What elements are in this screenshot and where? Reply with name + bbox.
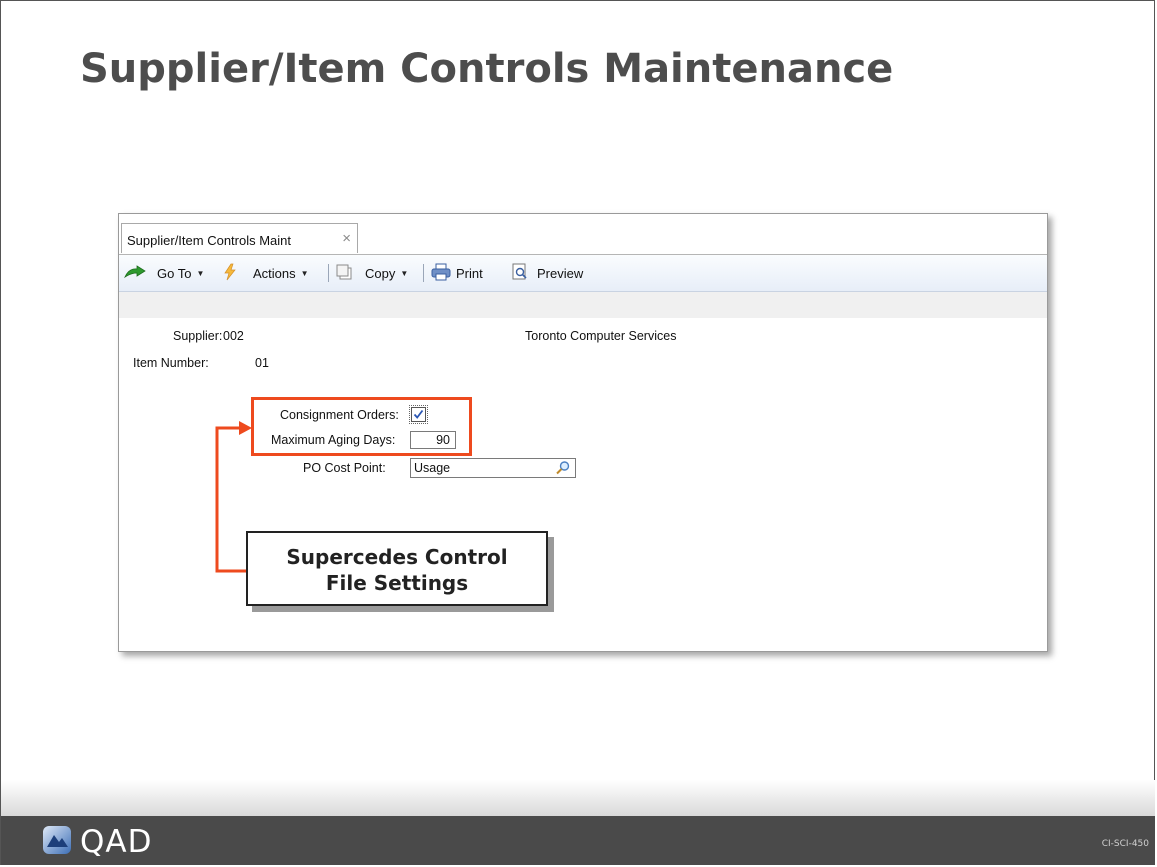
supplier-value[interactable]: 002 bbox=[223, 329, 244, 343]
supplier-name: Toronto Computer Services bbox=[525, 329, 677, 343]
slide-code: CI-SCI-450 bbox=[1101, 839, 1149, 849]
tab-supplier-item-controls[interactable]: Supplier/Item Controls Maint × bbox=[121, 223, 358, 253]
tab-strip: Supplier/Item Controls Maint × bbox=[119, 214, 1047, 255]
callout-box: Supercedes Control File Settings bbox=[246, 531, 548, 606]
footer-bar bbox=[1, 816, 1155, 865]
slide-title: Supplier/Item Controls Maintenance bbox=[80, 46, 894, 92]
po-cost-point-input[interactable]: Usage bbox=[410, 458, 576, 478]
actions-dropdown-icon: ▼ bbox=[300, 268, 309, 278]
actions-button[interactable]: Actions ▼ bbox=[223, 255, 309, 291]
copy-icon bbox=[335, 263, 353, 284]
copy-button[interactable]: Copy ▼ bbox=[335, 255, 408, 291]
supplier-label: Supplier: bbox=[173, 329, 223, 343]
callout-line-1: Supercedes Control bbox=[286, 545, 508, 569]
toolbar-divider bbox=[328, 264, 329, 282]
item-number-value[interactable]: 01 bbox=[255, 356, 269, 370]
qad-logo: QAD bbox=[42, 824, 152, 860]
toolbar: Go To ▼ Actions ▼ Copy ▼ Print Preview bbox=[119, 255, 1047, 292]
highlight-box bbox=[251, 397, 472, 456]
close-icon[interactable]: × bbox=[342, 230, 351, 247]
goto-button[interactable]: Go To ▼ bbox=[123, 255, 204, 291]
print-icon bbox=[431, 263, 451, 284]
preview-button[interactable]: Preview bbox=[511, 255, 583, 291]
po-cost-point-label: PO Cost Point: bbox=[303, 461, 386, 475]
preview-label: Preview bbox=[537, 265, 584, 281]
actions-label: Actions bbox=[253, 265, 296, 281]
goto-dropdown-icon: ▼ bbox=[196, 268, 205, 278]
print-button[interactable]: Print bbox=[431, 255, 483, 291]
lookup-magnifier-icon[interactable] bbox=[555, 460, 571, 479]
print-label: Print bbox=[456, 265, 483, 281]
qad-logo-icon bbox=[42, 825, 72, 859]
po-cost-point-value: Usage bbox=[414, 461, 451, 475]
goto-label: Go To bbox=[157, 265, 192, 281]
preview-icon bbox=[511, 263, 529, 284]
callout-line-2: File Settings bbox=[325, 571, 469, 595]
copy-dropdown-icon: ▼ bbox=[400, 268, 409, 278]
tab-label: Supplier/Item Controls Maint bbox=[127, 233, 292, 248]
toolbar-divider bbox=[423, 264, 424, 282]
qad-logo-text: QAD bbox=[80, 824, 153, 860]
toolbar-substrip bbox=[119, 292, 1047, 318]
goto-arrow-icon bbox=[123, 264, 147, 282]
item-number-label: Item Number: bbox=[133, 356, 209, 370]
footer-fade bbox=[1, 780, 1155, 816]
actions-lightning-icon bbox=[223, 263, 237, 284]
copy-label: Copy bbox=[365, 265, 396, 281]
